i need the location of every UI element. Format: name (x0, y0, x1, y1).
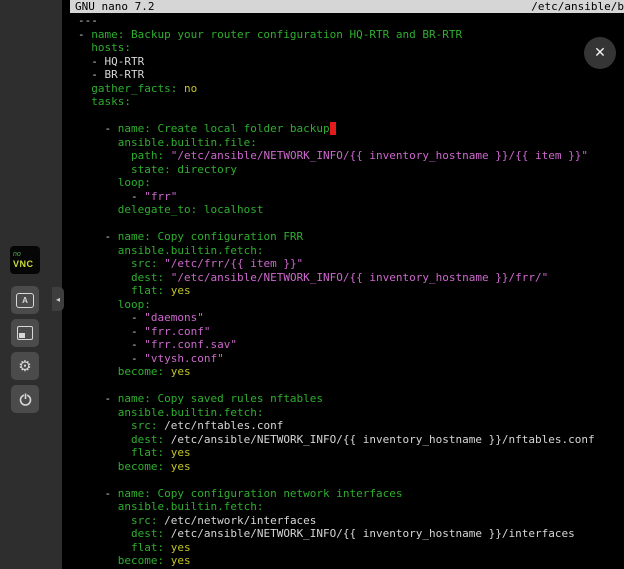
chevron-left-icon: ◂ (56, 295, 60, 304)
fullscreen-button[interactable] (11, 319, 39, 347)
code-line: become: yes (78, 554, 624, 568)
novnc-logo: no VNC (10, 246, 40, 274)
code-line: ansible.builtin.fetch: (78, 244, 624, 258)
code-line: dest: /etc/ansible/NETWORK_INFO/{{ inven… (78, 527, 624, 541)
code-line: src: /etc/nftables.conf (78, 419, 624, 433)
nano-titlebar: GNU nano 7.2 /etc/ansible/b (70, 0, 624, 13)
code-line: - "vtysh.conf" (78, 352, 624, 366)
code-line (78, 379, 624, 393)
code-line: - name: Copy configuration network inter… (78, 487, 624, 501)
code-line: flat: yes (78, 446, 624, 460)
fullscreen-icon (17, 326, 33, 340)
close-icon: ✕ (594, 45, 606, 61)
gear-icon: ⚙ (18, 359, 31, 374)
settings-button[interactable]: ⚙ (11, 352, 39, 380)
keyboard-button[interactable]: A (11, 286, 39, 314)
code-line (78, 217, 624, 231)
code-line: ansible.builtin.fetch: (78, 500, 624, 514)
vnc-control-bar: no VNC ◂ A ⚙ (0, 0, 62, 569)
close-button[interactable]: ✕ (584, 37, 616, 69)
code-line: ansible.builtin.file: (78, 136, 624, 150)
code-line: --- (78, 14, 624, 28)
code-line: become: yes (78, 365, 624, 379)
code-line: tasks: (78, 95, 624, 109)
code-line: loop: (78, 176, 624, 190)
editor-buffer[interactable]: ---- name: Backup your router configurat… (62, 13, 624, 568)
code-line: - "daemons" (78, 311, 624, 325)
keyboard-icon-letter: A (22, 296, 28, 305)
power-button[interactable] (11, 385, 39, 413)
code-line: - "frr.conf.sav" (78, 338, 624, 352)
code-line: - BR-RTR (78, 68, 624, 82)
code-line: - "frr.conf" (78, 325, 624, 339)
code-line: src: /etc/network/interfaces (78, 514, 624, 528)
code-line: hosts: (78, 41, 624, 55)
control-bar-collapse-handle[interactable]: ◂ (52, 287, 64, 311)
code-line (78, 473, 624, 487)
power-icon (18, 392, 33, 407)
code-line: flat: yes (78, 541, 624, 555)
code-line (78, 109, 624, 123)
nano-filename: /etc/ansible/b (531, 0, 624, 13)
novnc-logo-text-bottom: VNC (13, 259, 40, 269)
code-line: path: "/etc/ansible/NETWORK_INFO/{{ inve… (78, 149, 624, 163)
code-line: - name: Create local folder backup (78, 122, 624, 136)
code-line: src: "/etc/frr/{{ item }}" (78, 257, 624, 271)
keyboard-icon: A (16, 293, 34, 308)
vnc-screen: no VNC ◂ A ⚙ GNU nano 7 (0, 0, 624, 569)
code-line: - "frr" (78, 190, 624, 204)
code-line: ansible.builtin.fetch: (78, 406, 624, 420)
code-line: - name: Backup your router configuration… (78, 28, 624, 42)
code-line: loop: (78, 298, 624, 312)
code-line: - name: Copy saved rules nftables (78, 392, 624, 406)
code-line: dest: "/etc/ansible/NETWORK_INFO/{{ inve… (78, 271, 624, 285)
code-line: become: yes (78, 460, 624, 474)
code-line: state: directory (78, 163, 624, 177)
code-line: delegate_to: localhost (78, 203, 624, 217)
code-line: flat: yes (78, 284, 624, 298)
code-line: gather_facts: no (78, 82, 624, 96)
terminal-window[interactable]: GNU nano 7.2 /etc/ansible/b ---- name: B… (62, 0, 624, 569)
novnc-logo-text-top: no (13, 251, 40, 259)
code-line: - name: Copy configuration FRR (78, 230, 624, 244)
nano-version: GNU nano 7.2 (70, 0, 154, 13)
code-line: - HQ-RTR (78, 55, 624, 69)
code-line: dest: /etc/ansible/NETWORK_INFO/{{ inven… (78, 433, 624, 447)
